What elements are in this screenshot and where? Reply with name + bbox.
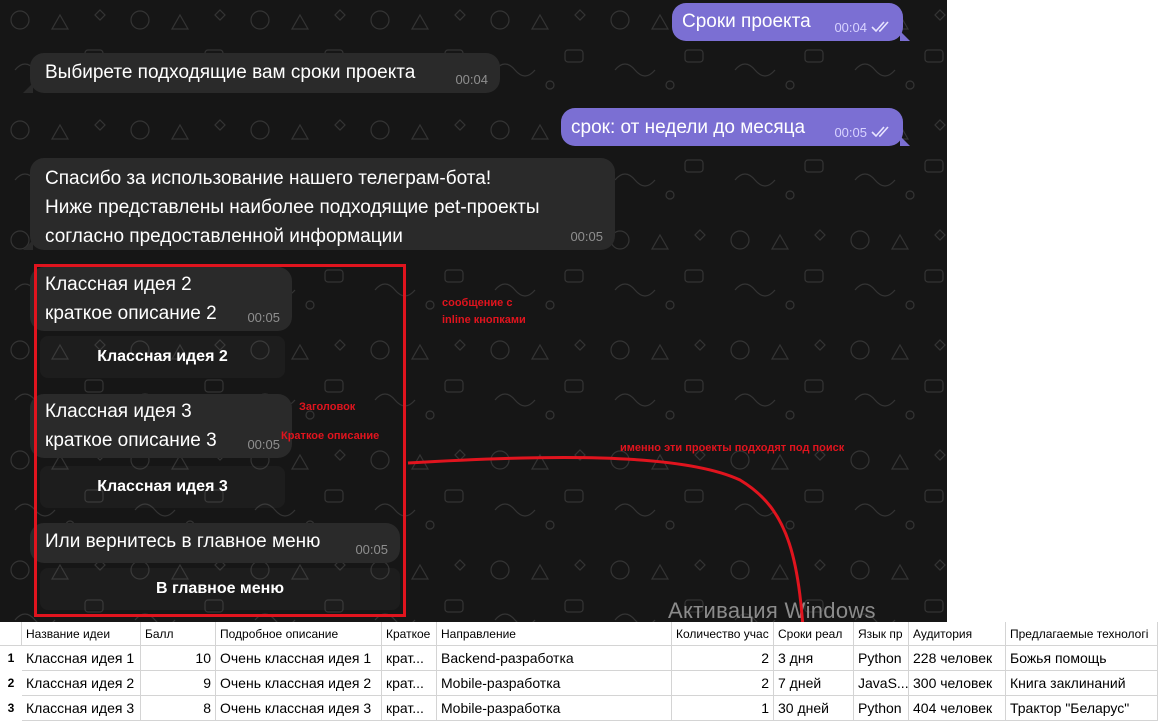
table-cell[interactable]: крат... [382,696,437,721]
column-header[interactable]: Язык пр [854,622,909,646]
column-header[interactable]: Название идеи [22,622,141,646]
table-cell[interactable]: 300 человек [909,671,1006,696]
table-cell[interactable]: Классная идея 2 [22,671,141,696]
table-cell[interactable]: 404 человек [909,696,1006,721]
table-cell[interactable]: Python [854,646,909,671]
table-cell[interactable]: Очень классная идея 2 [216,671,382,696]
column-header[interactable]: Краткое [382,622,437,646]
column-header[interactable]: Количество учас [672,622,774,646]
table-cell[interactable]: 2 [672,646,774,671]
table-cell[interactable]: 9 [141,671,216,696]
table-cell[interactable]: Python [854,696,909,721]
table-cell[interactable]: 7 дней [774,671,854,696]
table-cell[interactable]: Mobile-разработка [437,696,672,721]
table-cell[interactable]: 1 [672,696,774,721]
spreadsheet-table: Название идеи Балл Подробное описание Кратк… [0,622,1158,721]
table-cell[interactable]: Очень классная идея 3 [216,696,382,721]
table-cell[interactable]: 2 [672,671,774,696]
table-cell[interactable]: Классная идея 3 [22,696,141,721]
table-cell[interactable]: Классная идея 1 [22,646,141,671]
column-header[interactable]: Сроки реал [774,622,854,646]
row-number[interactable]: 2 [0,671,22,696]
table-cell[interactable]: Mobile-разработка [437,671,672,696]
table-cell[interactable]: Backend-разработка [437,646,672,671]
column-header[interactable]: Направление [437,622,672,646]
table-cell[interactable]: крат... [382,646,437,671]
table-cell[interactable]: крат... [382,671,437,696]
table-cell[interactable]: Книга заклинаний [1006,671,1158,696]
table-cell[interactable]: Трактор "Беларус" [1006,696,1158,721]
row-number[interactable]: 3 [0,696,22,721]
column-header[interactable]: Балл [141,622,216,646]
table-cell[interactable]: 8 [141,696,216,721]
column-header[interactable]: Подробное описание [216,622,382,646]
annotation-arrow [407,455,848,721]
row-header-corner[interactable] [0,622,22,646]
table-cell[interactable]: 3 дня [774,646,854,671]
table-cell[interactable]: 228 человек [909,646,1006,671]
table-cell[interactable]: Божья помощь [1006,646,1158,671]
table-cell[interactable]: 10 [141,646,216,671]
table-cell[interactable]: 30 дней [774,696,854,721]
row-number[interactable]: 1 [0,646,22,671]
table-cell[interactable]: JavaS... [854,671,909,696]
column-header[interactable]: Предлагаемые технологі [1006,622,1158,646]
table-cell[interactable]: Очень классная идея 1 [216,646,382,671]
column-header[interactable]: Аудитория [909,622,1006,646]
